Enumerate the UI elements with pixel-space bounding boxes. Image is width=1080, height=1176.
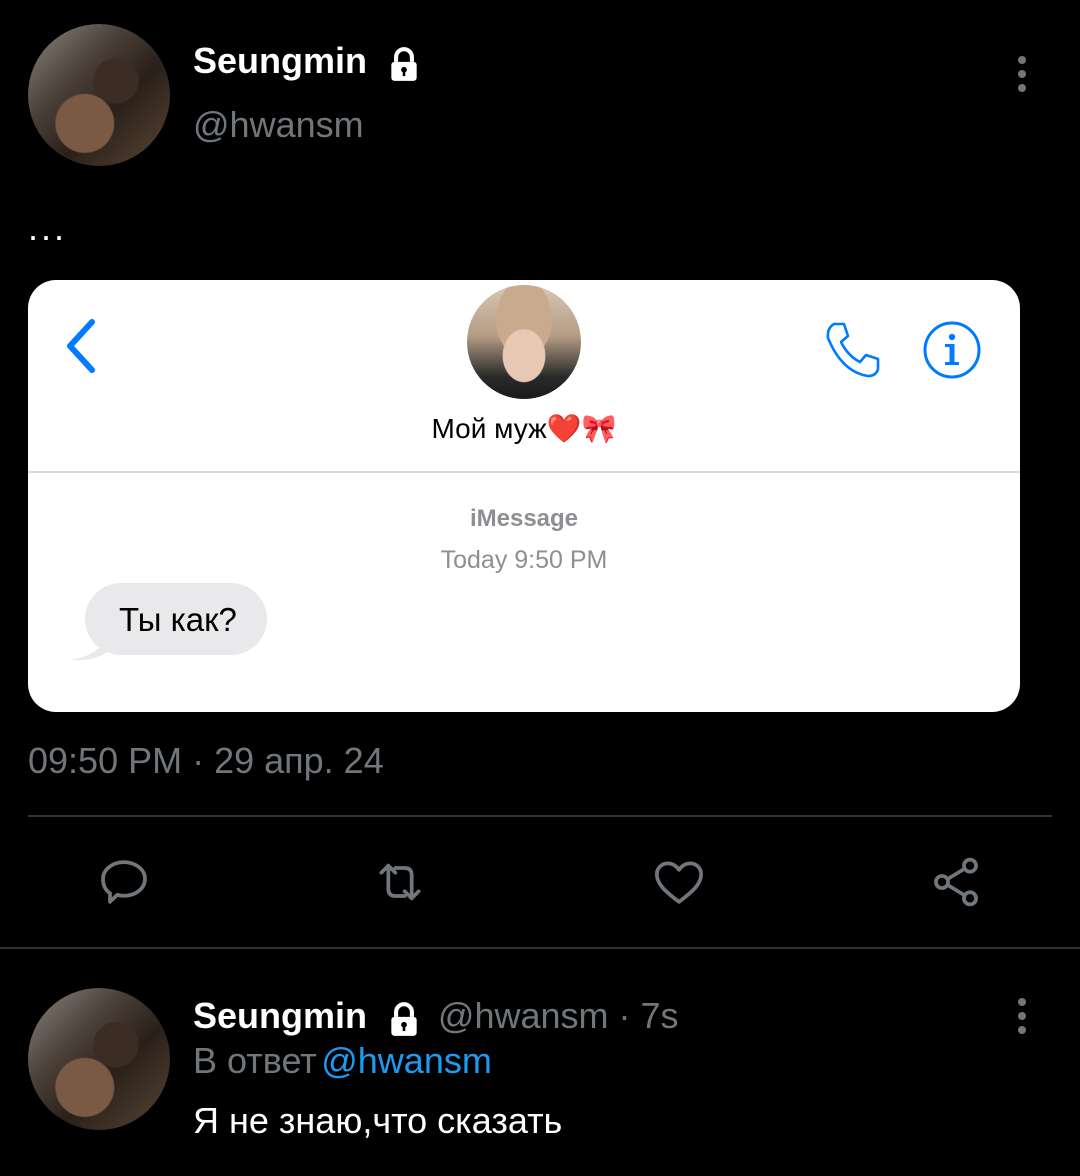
reply-mention-link[interactable]: @hwansm bbox=[321, 1040, 492, 1081]
more-vertical-icon[interactable] bbox=[1018, 998, 1032, 1040]
message-bubble: Ты как? bbox=[85, 583, 267, 655]
info-icon bbox=[923, 321, 981, 379]
contact-photo bbox=[467, 285, 581, 399]
author-avatar[interactable] bbox=[28, 24, 170, 166]
retweet-icon[interactable] bbox=[372, 854, 428, 910]
reply-handle-time[interactable]: @hwansm · 7s bbox=[438, 995, 679, 1036]
reply-text: Я не знаю,что сказать bbox=[193, 1100, 563, 1141]
author-display-name[interactable]: Seungmin bbox=[193, 40, 367, 81]
tweet-text: ... bbox=[28, 207, 68, 248]
contact-name: Мой муж❤️🎀 bbox=[431, 413, 617, 444]
reply-icon[interactable] bbox=[96, 854, 152, 910]
divider bbox=[28, 815, 1052, 817]
divider bbox=[28, 471, 1020, 473]
lock-icon bbox=[391, 1001, 418, 1036]
chevron-left-icon bbox=[67, 319, 95, 373]
more-vertical-icon[interactable] bbox=[1018, 56, 1032, 98]
heart-icon[interactable] bbox=[651, 854, 707, 910]
lock-icon bbox=[391, 46, 418, 81]
author-header: Seungmin bbox=[193, 40, 423, 84]
reply-context: В ответ @hwansm bbox=[193, 1040, 492, 1082]
divider bbox=[0, 947, 1080, 949]
reply-display-name[interactable]: Seungmin bbox=[193, 995, 367, 1036]
phone-icon bbox=[826, 322, 880, 378]
reply-prefix: В ответ bbox=[193, 1040, 317, 1081]
share-icon[interactable] bbox=[928, 854, 984, 910]
service-label: iMessage bbox=[469, 505, 579, 532]
attached-image[interactable]: Мой муж❤️🎀 iMessage Today 9:50 PM Ты как… bbox=[28, 280, 1020, 712]
tweet-timestamp[interactable]: 09:50 PM · 29 апр. 24 bbox=[28, 740, 384, 782]
reply-header: Seungmin @hwansm · 7s bbox=[193, 995, 679, 1039]
message-timestamp: Today 9:50 PM bbox=[440, 546, 608, 574]
reply-author-avatar[interactable] bbox=[28, 988, 170, 1130]
author-handle[interactable]: @hwansm bbox=[193, 104, 364, 146]
